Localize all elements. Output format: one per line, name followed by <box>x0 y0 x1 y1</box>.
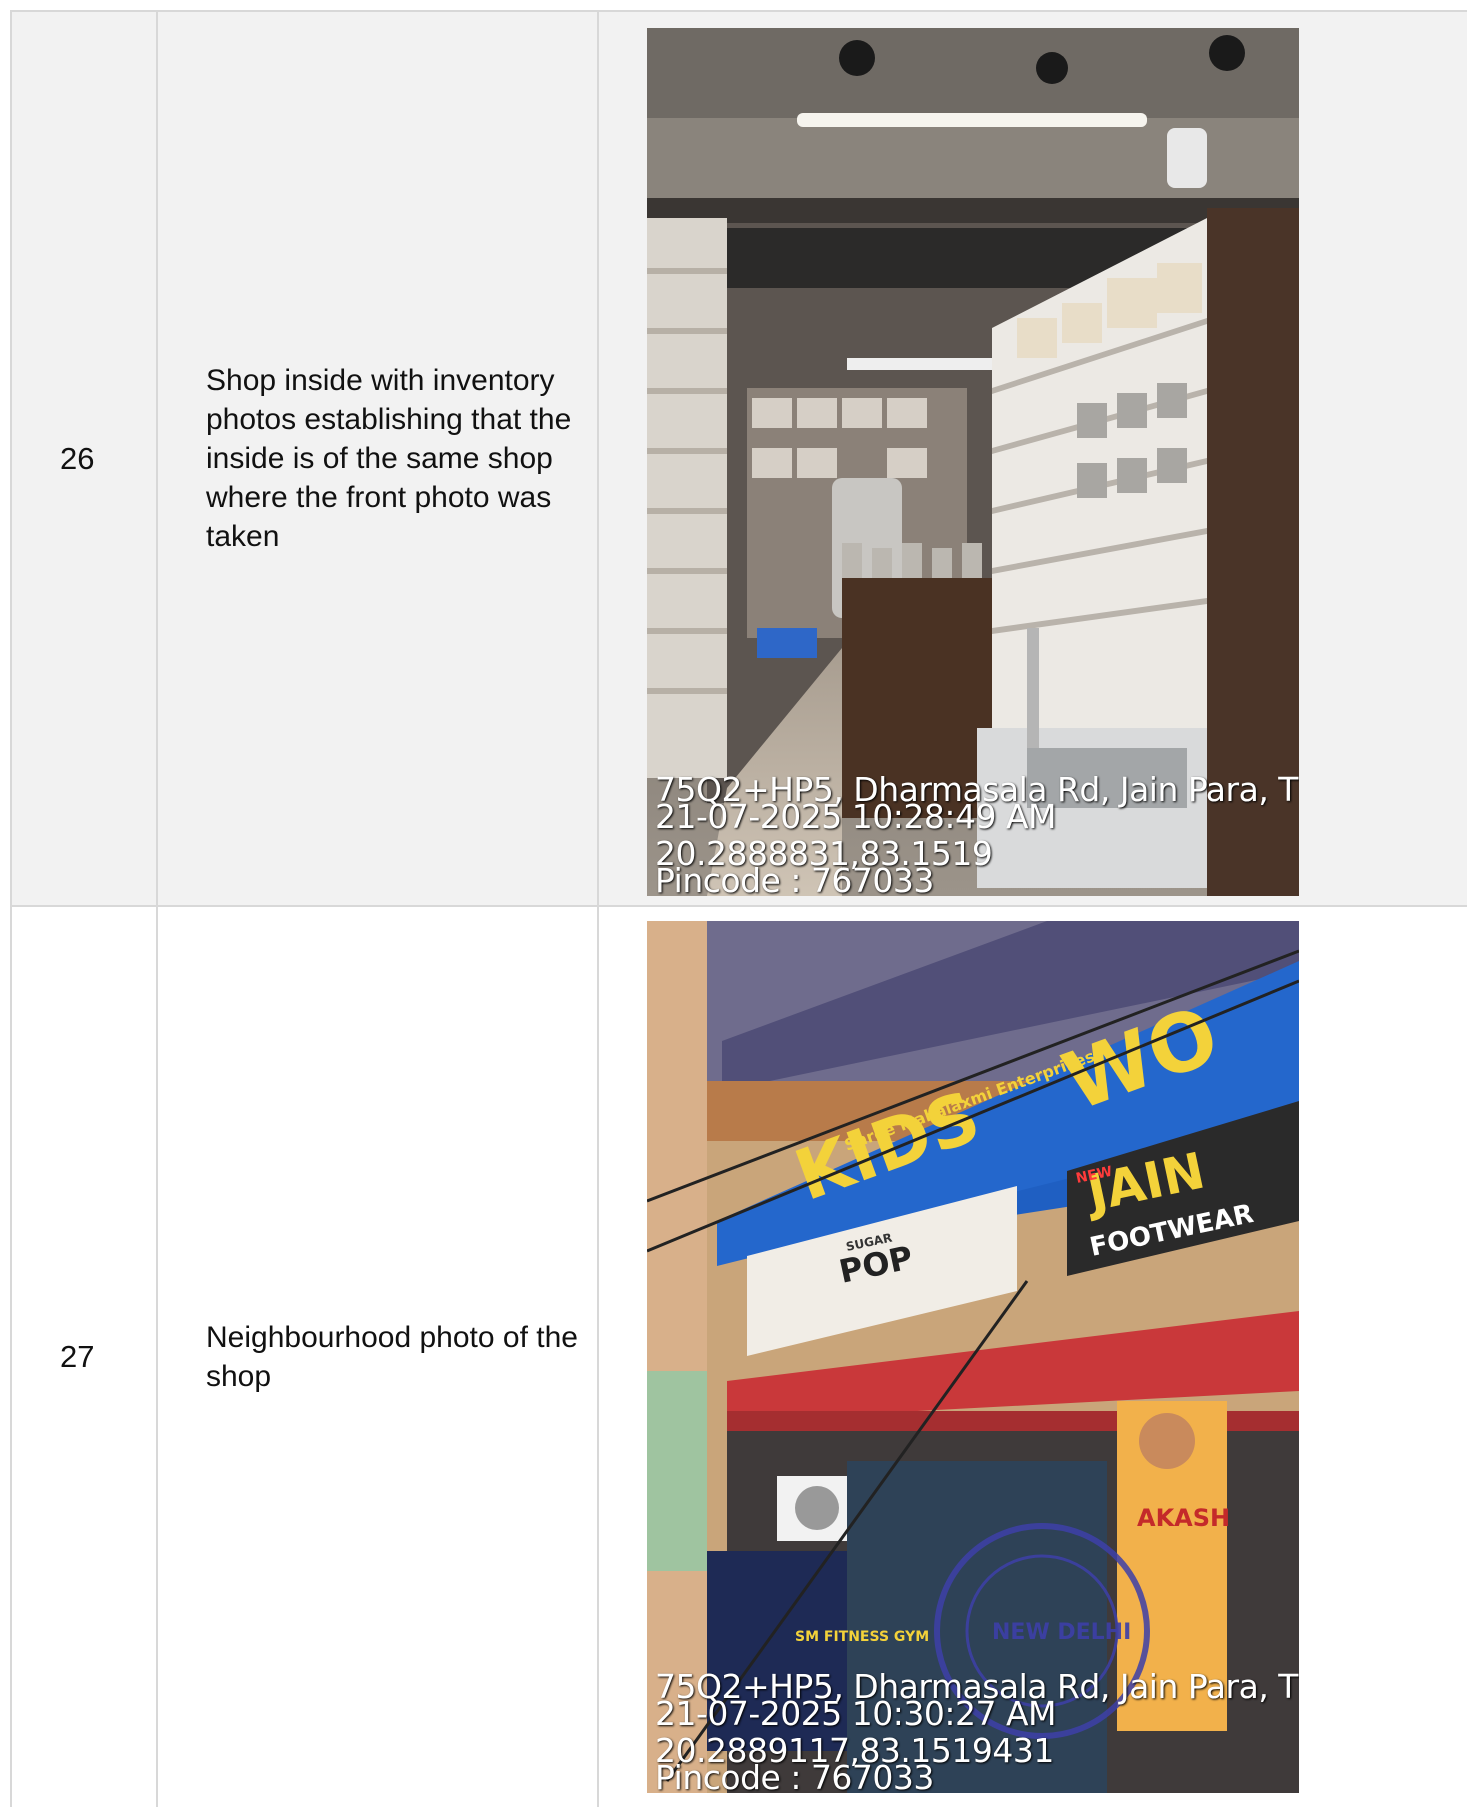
row-number: 27 <box>12 907 158 1807</box>
photo-geotag-overlay: 75Q2+HP5, Dharmasala Rd, Jain Para, Titi… <box>655 773 1299 896</box>
photo-geotag-overlay: 75Q2+HP5, Dharmasala Rd, Jain Para, Titi… <box>655 1670 1299 1793</box>
report-table: 26 Shop inside with inventory photos est… <box>10 10 1467 1807</box>
table-row: 26 Shop inside with inventory photos est… <box>12 12 1467 907</box>
shop-inside-photo: 75Q2+HP5, Dharmasala Rd, Jain Para, Titi… <box>647 28 1299 896</box>
akash-sign-text: AKASH <box>1137 1504 1230 1532</box>
shop-inside-image <box>647 28 1299 896</box>
table-row: 27 Neighbourhood photo of the shop KIDS <box>12 907 1467 1807</box>
stamp-text: NEW DELHI <box>992 1620 1131 1645</box>
photo-cell: 75Q2+HP5, Dharmasala Rd, Jain Para, Titi… <box>599 12 1467 905</box>
row-number: 26 <box>12 12 158 905</box>
shop-neighbourhood-photo: KIDS WO Shree Mahalaxmi Enterprises JAIN… <box>647 921 1299 1793</box>
shop-neighbourhood-image: KIDS WO Shree Mahalaxmi Enterprises JAIN… <box>647 921 1299 1793</box>
gym-sign-text: SM FITNESS GYM <box>795 1629 929 1645</box>
row-description: Neighbourhood photo of the shop <box>158 907 599 1807</box>
photo-cell: KIDS WO Shree Mahalaxmi Enterprises JAIN… <box>599 907 1467 1807</box>
row-description: Shop inside with inventory photos establ… <box>158 12 599 905</box>
